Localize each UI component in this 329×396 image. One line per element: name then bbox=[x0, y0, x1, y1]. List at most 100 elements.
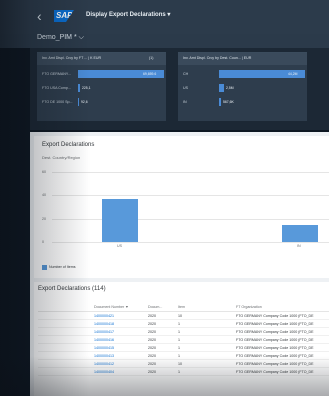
legend-swatch bbox=[42, 265, 47, 270]
kpi-panel-destination[interactable]: Inv. Amt Displ. Crcy by Dest. Coun... | … bbox=[178, 52, 307, 121]
column-header[interactable] bbox=[38, 302, 92, 312]
bar-in[interactable] bbox=[282, 224, 318, 242]
kpi-row-label: IN bbox=[183, 100, 187, 104]
row-spacer bbox=[38, 367, 92, 376]
document-number-cell[interactable]: 1400000416 bbox=[92, 335, 146, 344]
document-number-cell[interactable]: 1400000415 bbox=[92, 343, 146, 352]
kpi-bar bbox=[78, 84, 80, 92]
column-header[interactable]: Item bbox=[176, 302, 234, 312]
kpi-row[interactable]: FTO USA Comp... 225,1 bbox=[42, 84, 162, 93]
kpi-row[interactable]: US 2,5M bbox=[183, 84, 303, 93]
kpi-row[interactable]: FTO DE 1000 Sp... 92,6 bbox=[42, 98, 162, 107]
document-year-cell: 2020 bbox=[146, 359, 176, 368]
grid-line bbox=[52, 242, 329, 243]
ft-organization-cell: FTO GERMANY Company Code 1000 (FTO_DE bbox=[234, 319, 329, 328]
document-number-cell[interactable]: 1400000412 bbox=[92, 359, 146, 368]
chevron-down-icon: ▾ bbox=[167, 12, 171, 18]
document-year-cell: 2020 bbox=[146, 343, 176, 352]
table-row[interactable]: 1400000416 2020 1 FTO GERMANY Company Code … bbox=[38, 335, 329, 344]
kpi-row[interactable]: CH 44,2M bbox=[183, 70, 305, 79]
column-header[interactable]: FT Organization bbox=[234, 302, 329, 312]
grid-line bbox=[52, 218, 329, 220]
chart-card: Export Declarations Dest. Country/Region… bbox=[34, 136, 329, 278]
row-spacer bbox=[38, 343, 92, 352]
ft-organization-cell: FTO GERMANY Company Code 1000 (FTO_DE bbox=[234, 327, 329, 336]
kpi-row-value: 69,659.6 bbox=[143, 72, 157, 76]
variant-name: Demo_PIM * bbox=[37, 34, 77, 41]
table-row[interactable]: 1400000421 2020 10 FTO GERMANY Company Code… bbox=[38, 311, 329, 320]
kpi-bar bbox=[219, 98, 221, 106]
document-year-cell: 2020 bbox=[146, 335, 176, 344]
column-header-label: Docum... bbox=[148, 304, 163, 309]
document-year-cell: 2020 bbox=[146, 327, 176, 336]
y-tick-label: 20 bbox=[42, 216, 46, 221]
grid-line bbox=[52, 195, 329, 197]
logo-text: SAP bbox=[56, 11, 73, 20]
variant-selector[interactable]: Demo_PIM * ⌵ bbox=[37, 34, 84, 42]
document-year-cell: 2020 bbox=[146, 311, 176, 320]
column-header-label: Document Number bbox=[94, 304, 125, 309]
document-number-cell[interactable]: 1400000418 bbox=[92, 319, 146, 328]
document-number-cell[interactable]: 1400000404 bbox=[92, 367, 146, 376]
kpi-row-value: 225,1 bbox=[82, 86, 91, 90]
table-title: Export Declarations (114) bbox=[38, 286, 106, 292]
kpi-row-label: CH bbox=[183, 72, 189, 76]
kpi-panel-header: Inv. Amt Displ. Crcy by FT ... | K EUR (… bbox=[37, 53, 166, 65]
table-row[interactable]: 1400000417 2020 1 FTO GERMANY Company Code … bbox=[38, 327, 329, 336]
column-header[interactable]: Document Number ▼ bbox=[92, 302, 146, 312]
item-cell: 1 bbox=[176, 367, 234, 376]
x-tick-label: IN bbox=[297, 244, 301, 248]
bar-us[interactable] bbox=[102, 198, 138, 242]
table-row[interactable]: 1400000418 2020 1 FTO GERMANY Company Code … bbox=[38, 319, 329, 328]
document-year-cell: 2020 bbox=[146, 351, 176, 360]
row-spacer bbox=[38, 327, 92, 336]
app-title-menu[interactable]: Display Export Declarations ▾ bbox=[86, 11, 170, 18]
table-row[interactable]: 1400000415 2020 1 FTO GERMANY Company Code … bbox=[38, 343, 329, 352]
y-tick-label: 40 bbox=[42, 193, 46, 198]
ft-organization-cell: FTO GERMANY Company Code 1000 (FTO_DE bbox=[234, 335, 329, 344]
document-year-cell: 2020 bbox=[146, 319, 176, 328]
ft-organization-cell: FTO GERMANY Company Code 1000 (FTO_DE bbox=[234, 343, 329, 352]
document-number-cell[interactable]: 1400000413 bbox=[92, 351, 146, 360]
kpi-bar bbox=[78, 98, 79, 106]
top-bar: ‹ SAP Display Export Declarations ▾ bbox=[0, 0, 329, 34]
ft-organization-cell: FTO GERMANY Company Code 1000 (FTO_DE bbox=[234, 351, 329, 360]
chart-title: Export Declarations bbox=[42, 142, 95, 148]
kpi-row[interactable]: FTO GERMANY... 69,659.6 bbox=[42, 70, 164, 79]
table-card: Export Declarations (114) Document Numbe… bbox=[34, 282, 329, 396]
document-year-cell: 2020 bbox=[146, 367, 176, 376]
y-tick-label: 0 bbox=[42, 240, 44, 244]
kpi-row-value: 567,6K bbox=[223, 100, 234, 104]
filter-count-badge: (1) bbox=[149, 56, 154, 60]
sort-descending-icon[interactable]: ▼ bbox=[125, 305, 129, 309]
kpi-row-label: FTO USA Comp... bbox=[42, 86, 71, 90]
kpi-panel-ft-org[interactable]: Inv. Amt Displ. Crcy by FT ... | K EUR (… bbox=[37, 52, 166, 121]
table-row[interactable]: 1400000413 2020 1 FTO GERMANY Company Code … bbox=[38, 351, 329, 360]
row-spacer bbox=[38, 359, 92, 368]
kpi-row[interactable]: IN 567,6K bbox=[183, 98, 303, 107]
row-spacer bbox=[38, 319, 92, 328]
column-header-label: Item bbox=[178, 304, 185, 309]
kpi-row-value: 2,5M bbox=[226, 86, 234, 90]
item-cell: 1 bbox=[176, 335, 234, 344]
item-cell: 1 bbox=[176, 327, 234, 336]
column-header-label: FT Organization bbox=[236, 304, 262, 309]
ft-organization-cell: FTO GERMANY Company Code 1000 (FTO_DE bbox=[234, 367, 329, 376]
row-spacer bbox=[38, 335, 92, 344]
item-cell: 1 bbox=[176, 351, 234, 360]
item-cell: 10 bbox=[176, 359, 234, 368]
table-row[interactable]: 1400000404 2020 1 FTO GERMANY Company Code … bbox=[38, 367, 329, 376]
back-icon[interactable]: ‹ bbox=[37, 8, 53, 24]
chevron-down-icon: ⌵ bbox=[78, 34, 84, 41]
document-number-cell[interactable]: 1400000417 bbox=[92, 327, 146, 336]
kpi-row-value: 92,6 bbox=[81, 100, 88, 104]
document-number-cell[interactable]: 1400000421 bbox=[92, 311, 146, 320]
y-tick-label: 60 bbox=[42, 170, 46, 174]
table-row[interactable]: 1400000412 2020 10 FTO GERMANY Company Code… bbox=[38, 359, 329, 368]
kpi-row-label: US bbox=[183, 86, 188, 90]
kpi-bar bbox=[219, 84, 224, 92]
row-spacer bbox=[38, 311, 92, 320]
column-header[interactable]: Docum... bbox=[146, 302, 176, 312]
x-tick-label: US bbox=[117, 244, 122, 248]
item-cell: 1 bbox=[176, 319, 234, 328]
